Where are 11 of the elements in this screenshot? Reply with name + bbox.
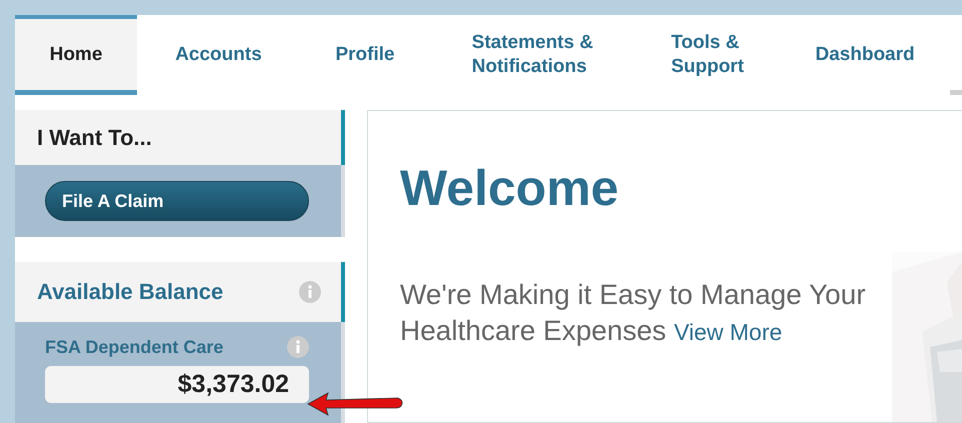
account-label: FSA Dependent Care bbox=[45, 336, 224, 358]
intro-text: We're Making it Easy to Manage Your Healthcare Expenses View More bbox=[400, 278, 867, 348]
balance-amount: $3,373.02 bbox=[45, 366, 309, 403]
file-claim-button[interactable]: File A Claim bbox=[45, 181, 309, 221]
info-icon[interactable] bbox=[299, 281, 321, 303]
info-icon[interactable] bbox=[287, 336, 309, 358]
section-title: Available Balance bbox=[37, 279, 224, 305]
welcome-heading: Welcome bbox=[400, 159, 620, 217]
section-title: I Want To... bbox=[37, 124, 152, 150]
view-more-link[interactable]: View More bbox=[674, 319, 782, 345]
nav-tab[interactable]: Home bbox=[15, 15, 137, 95]
